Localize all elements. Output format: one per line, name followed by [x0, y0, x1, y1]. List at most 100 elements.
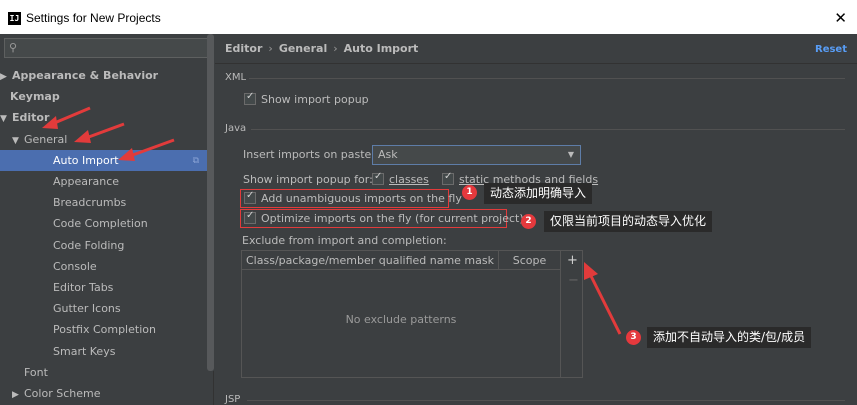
section-java-label: Java — [225, 123, 247, 134]
checkmark-icon: ✓ — [374, 171, 383, 182]
sidebar-scrollbar[interactable] — [207, 34, 214, 371]
chevron-down-icon: ▼ — [567, 150, 574, 159]
breadcrumb-general: General — [278, 42, 328, 55]
window-title-bar: IJ Settings for New Projects ✕ — [0, 0, 857, 34]
sidebar-item-color-scheme[interactable]: ▶ Color Scheme — [0, 383, 207, 404]
sidebar-item-label: Gutter Icons — [53, 302, 121, 316]
sidebar-scrollbar-thumb[interactable] — [207, 34, 214, 371]
expand-right-icon[interactable]: ▶ — [0, 67, 12, 88]
add-unambiguous-checkbox-row[interactable]: ✓ Add unambiguous imports on the fly — [244, 190, 462, 205]
classes-checkbox-row[interactable]: ✓ classes — [372, 171, 429, 186]
expand-down-icon[interactable]: ▼ — [0, 109, 12, 130]
sidebar-item-label: Code Completion — [53, 217, 148, 231]
sidebar-item-code-folding[interactable]: Code Folding — [0, 235, 207, 256]
expand-down-icon[interactable]: ▼ — [12, 131, 24, 152]
insert-imports-label: Insert imports on paste: — [243, 148, 376, 161]
sidebar-item-label: Appearance — [53, 175, 120, 188]
section-divider — [247, 400, 845, 401]
sidebar-item-label: Code Folding — [53, 238, 125, 252]
add-pattern-button[interactable]: + — [567, 253, 578, 268]
optimize-imports-checkbox-row[interactable]: ✓ Optimize imports on the fly (for curren… — [244, 210, 524, 225]
intellij-app-icon: IJ — [8, 12, 21, 25]
show-popup-for-label: Show import popup for: — [243, 173, 373, 186]
insert-imports-value: Ask — [378, 148, 398, 161]
header-divider — [215, 63, 857, 64]
sidebar-item-console[interactable]: Console — [0, 256, 207, 277]
insert-imports-select[interactable]: Ask ▼ — [372, 145, 581, 165]
annotation-badge-3: 3 — [626, 330, 641, 345]
sidebar-item-code-completion[interactable]: Code Completion — [0, 213, 207, 234]
annotation-callout-1: 动态添加明确导入 — [484, 183, 593, 204]
sidebar-item-label: Breadcrumbs — [53, 196, 127, 210]
checkmark-icon: ✓ — [246, 190, 255, 201]
auto-import-panel: Editor › General › Auto Import Reset XML ✓ Sh… — [215, 34, 857, 405]
sidebar-item-label: Console — [53, 259, 97, 273]
main-scrollbar[interactable] — [847, 64, 857, 405]
static-checkbox[interactable]: ✓ — [442, 171, 454, 185]
sidebar-item-appearance-behavior[interactable]: ▶ Appearance & Behavior — [0, 65, 207, 86]
add-unambiguous-label: Add unambiguous imports on the fly — [261, 192, 462, 205]
annotation-badge-1: 1 — [462, 185, 477, 200]
optimize-imports-checkbox[interactable]: ✓ — [244, 210, 256, 224]
expand-right-icon[interactable]: ▶ — [12, 385, 24, 405]
sidebar-item-label: Editor Tabs — [53, 281, 114, 294]
show-import-popup-checkbox[interactable]: ✓ — [244, 91, 256, 105]
show-popup-for-row: Show import popup for: — [243, 173, 373, 186]
section-divider — [251, 129, 845, 130]
close-icon[interactable]: ✕ — [834, 9, 847, 27]
classes-checkbox[interactable]: ✓ — [372, 171, 384, 185]
annotation-callout-3: 添加不自动导入的类/包/成员 — [647, 327, 812, 348]
sidebar-item-editor-tabs[interactable]: Editor Tabs — [0, 277, 207, 298]
sidebar-item-editor[interactable]: ▼ Editor — [0, 107, 207, 128]
sidebar-item-breadcrumbs[interactable]: Breadcrumbs — [0, 192, 207, 213]
remove-pattern-button: − — [568, 273, 579, 288]
empty-table-text: No exclude patterns — [345, 313, 457, 326]
breadcrumb-editor: Editor — [225, 42, 263, 55]
sidebar-item-label: Font — [24, 365, 48, 379]
annotation-callout-2: 仅限当前项目的动态导入优化 — [544, 211, 713, 232]
optimize-imports-label: Optimize imports on the fly (for current… — [261, 212, 524, 225]
sidebar-item-label: Auto Import — [53, 153, 119, 167]
sidebar-item-auto-import[interactable]: Auto Import ⧉ — [0, 149, 207, 171]
breadcrumb: Editor › General › Auto Import — [225, 42, 418, 55]
column-header-scope[interactable]: Scope — [498, 251, 560, 270]
column-header-mask[interactable]: Class/package/member qualified name mask — [242, 251, 498, 270]
section-xml-label: XML — [225, 72, 247, 83]
section-jsp-label: JSP — [225, 394, 241, 405]
sidebar-item-appearance[interactable]: Appearance — [0, 171, 207, 192]
sidebar-item-gutter-icons[interactable]: Gutter Icons — [0, 298, 207, 319]
sidebar-item-keymap[interactable]: Keymap — [0, 86, 207, 107]
reset-link[interactable]: Reset — [815, 44, 847, 55]
classes-label: classes — [389, 173, 429, 186]
sidebar-item-label: Appearance & Behavior — [12, 69, 159, 82]
section-divider — [249, 78, 845, 79]
sidebar-item-smart-keys[interactable]: Smart Keys — [0, 341, 207, 362]
checkmark-icon: ✓ — [444, 171, 453, 182]
breadcrumb-separator: › — [268, 42, 273, 55]
sidebar-item-general[interactable]: ▼ General — [0, 129, 207, 150]
show-import-popup-checkbox-row[interactable]: ✓ Show import popup — [244, 91, 369, 106]
breadcrumb-separator: › — [333, 42, 338, 55]
breadcrumb-auto-import: Auto Import — [343, 42, 419, 55]
sidebar-item-label: Keymap — [10, 90, 60, 104]
sidebar-item-font[interactable]: Font — [0, 362, 207, 383]
sidebar-item-label: General — [24, 132, 68, 146]
add-unambiguous-checkbox[interactable]: ✓ — [244, 190, 256, 204]
search-icon: ⚲ — [9, 41, 18, 54]
show-import-popup-label: Show import popup — [261, 93, 369, 106]
exclude-table: Class/package/member qualified name mask… — [241, 250, 583, 378]
sidebar-item-label: Color Scheme — [24, 387, 101, 400]
annotation-badge-2: 2 — [521, 214, 536, 229]
window-title: Settings for New Projects — [26, 11, 161, 25]
exclude-label: Exclude from import and completion: — [242, 234, 447, 247]
checkmark-icon: ✓ — [246, 91, 255, 102]
sidebar-item-label: Smart Keys — [53, 344, 116, 358]
search-input[interactable]: ⚲ — [4, 38, 210, 58]
table-toolbar: + − — [560, 251, 582, 377]
project-scope-icon: ⧉ — [192, 155, 199, 166]
sidebar-item-label: Postfix Completion — [53, 323, 156, 337]
sidebar-item-label: Editor — [12, 111, 50, 125]
checkmark-icon: ✓ — [246, 210, 255, 221]
settings-sidebar: ⚲ ▶ Appearance & Behavior Keymap ▼ Editor ▼ Ge… — [0, 34, 214, 405]
sidebar-item-postfix-completion[interactable]: Postfix Completion — [0, 319, 207, 340]
